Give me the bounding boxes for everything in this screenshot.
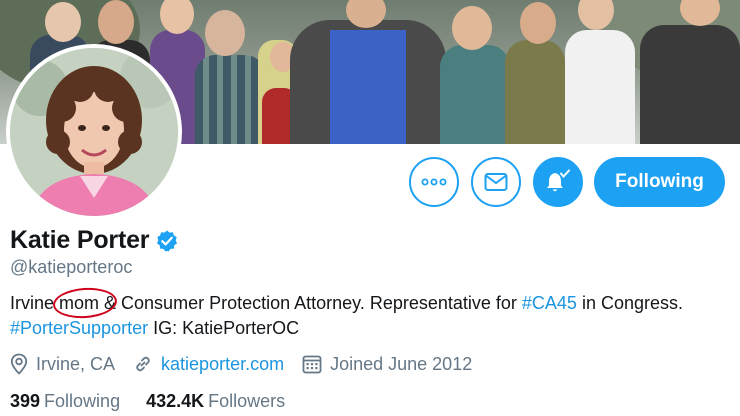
avatar-photo: [10, 48, 178, 216]
following-stat-label: Following: [44, 391, 121, 411]
bio-highlight-text: mom: [59, 293, 100, 313]
avatar-portrait: [10, 48, 178, 216]
banner-person-head: [452, 6, 492, 50]
followers-count: 432.4K: [146, 391, 205, 411]
banner-person-head: [160, 0, 194, 34]
banner-person: [330, 30, 406, 144]
followers-stat[interactable]: 432.4K Followers: [146, 391, 285, 412]
verified-badge-icon: [157, 230, 178, 251]
profile-stats: 399 Following 432.4K Followers: [10, 391, 311, 412]
profile-meta: Irvine, CA katieporter.com Joined June 2…: [10, 353, 490, 375]
location-text: Irvine, CA: [36, 353, 116, 374]
calendar-icon: [302, 355, 322, 374]
banner-person: [505, 40, 565, 144]
banner-person: [440, 45, 510, 144]
following-button[interactable]: Following: [594, 157, 725, 207]
bio-text: IG: KatiePorterOC: [148, 318, 300, 338]
banner-person-head: [205, 10, 245, 56]
mail-icon: [484, 173, 508, 191]
bio-highlighted-word: mom: [52, 285, 118, 321]
joined-item: Joined June 2012: [302, 354, 472, 375]
profile-handle: @katieporteroc: [10, 257, 133, 277]
profile-avatar[interactable]: [6, 44, 182, 220]
profile-name: Katie Porter: [10, 226, 150, 254]
website-link[interactable]: katieporter.com: [161, 354, 284, 375]
banner-person-head: [45, 2, 81, 42]
link-icon: [136, 356, 150, 372]
following-stat[interactable]: 399 Following: [10, 391, 120, 412]
banner-person-head: [98, 0, 134, 44]
bio-text: & Consumer Protection Attorney. Represen…: [99, 293, 522, 313]
hashtag-link[interactable]: #PorterSupporter: [10, 318, 148, 338]
banner-person: [195, 55, 265, 144]
bio-text: Irvine: [10, 293, 60, 313]
website-item[interactable]: katieporter.com: [133, 354, 284, 375]
followers-stat-label: Followers: [208, 391, 286, 411]
bio-text: in Congress.: [576, 293, 684, 313]
message-button[interactable]: [471, 157, 521, 207]
more-options-button[interactable]: [409, 157, 459, 207]
following-count: 399: [10, 391, 41, 411]
profile-bio: Irvine mom & Consumer Protection Attorne…: [10, 285, 730, 341]
profile-name-row: Katie Porter: [10, 226, 179, 255]
location-item: Irvine, CA: [10, 353, 115, 375]
notifications-button[interactable]: [533, 157, 583, 207]
bell-icon: [547, 169, 570, 192]
hashtag-link[interactable]: #CA45: [522, 293, 577, 313]
banner-person: [640, 25, 740, 144]
more-icon: [421, 178, 447, 186]
joined-text: Joined June 2012: [330, 353, 473, 374]
banner-person: [565, 30, 635, 144]
location-icon: [10, 353, 28, 375]
banner-person-head: [520, 2, 556, 44]
